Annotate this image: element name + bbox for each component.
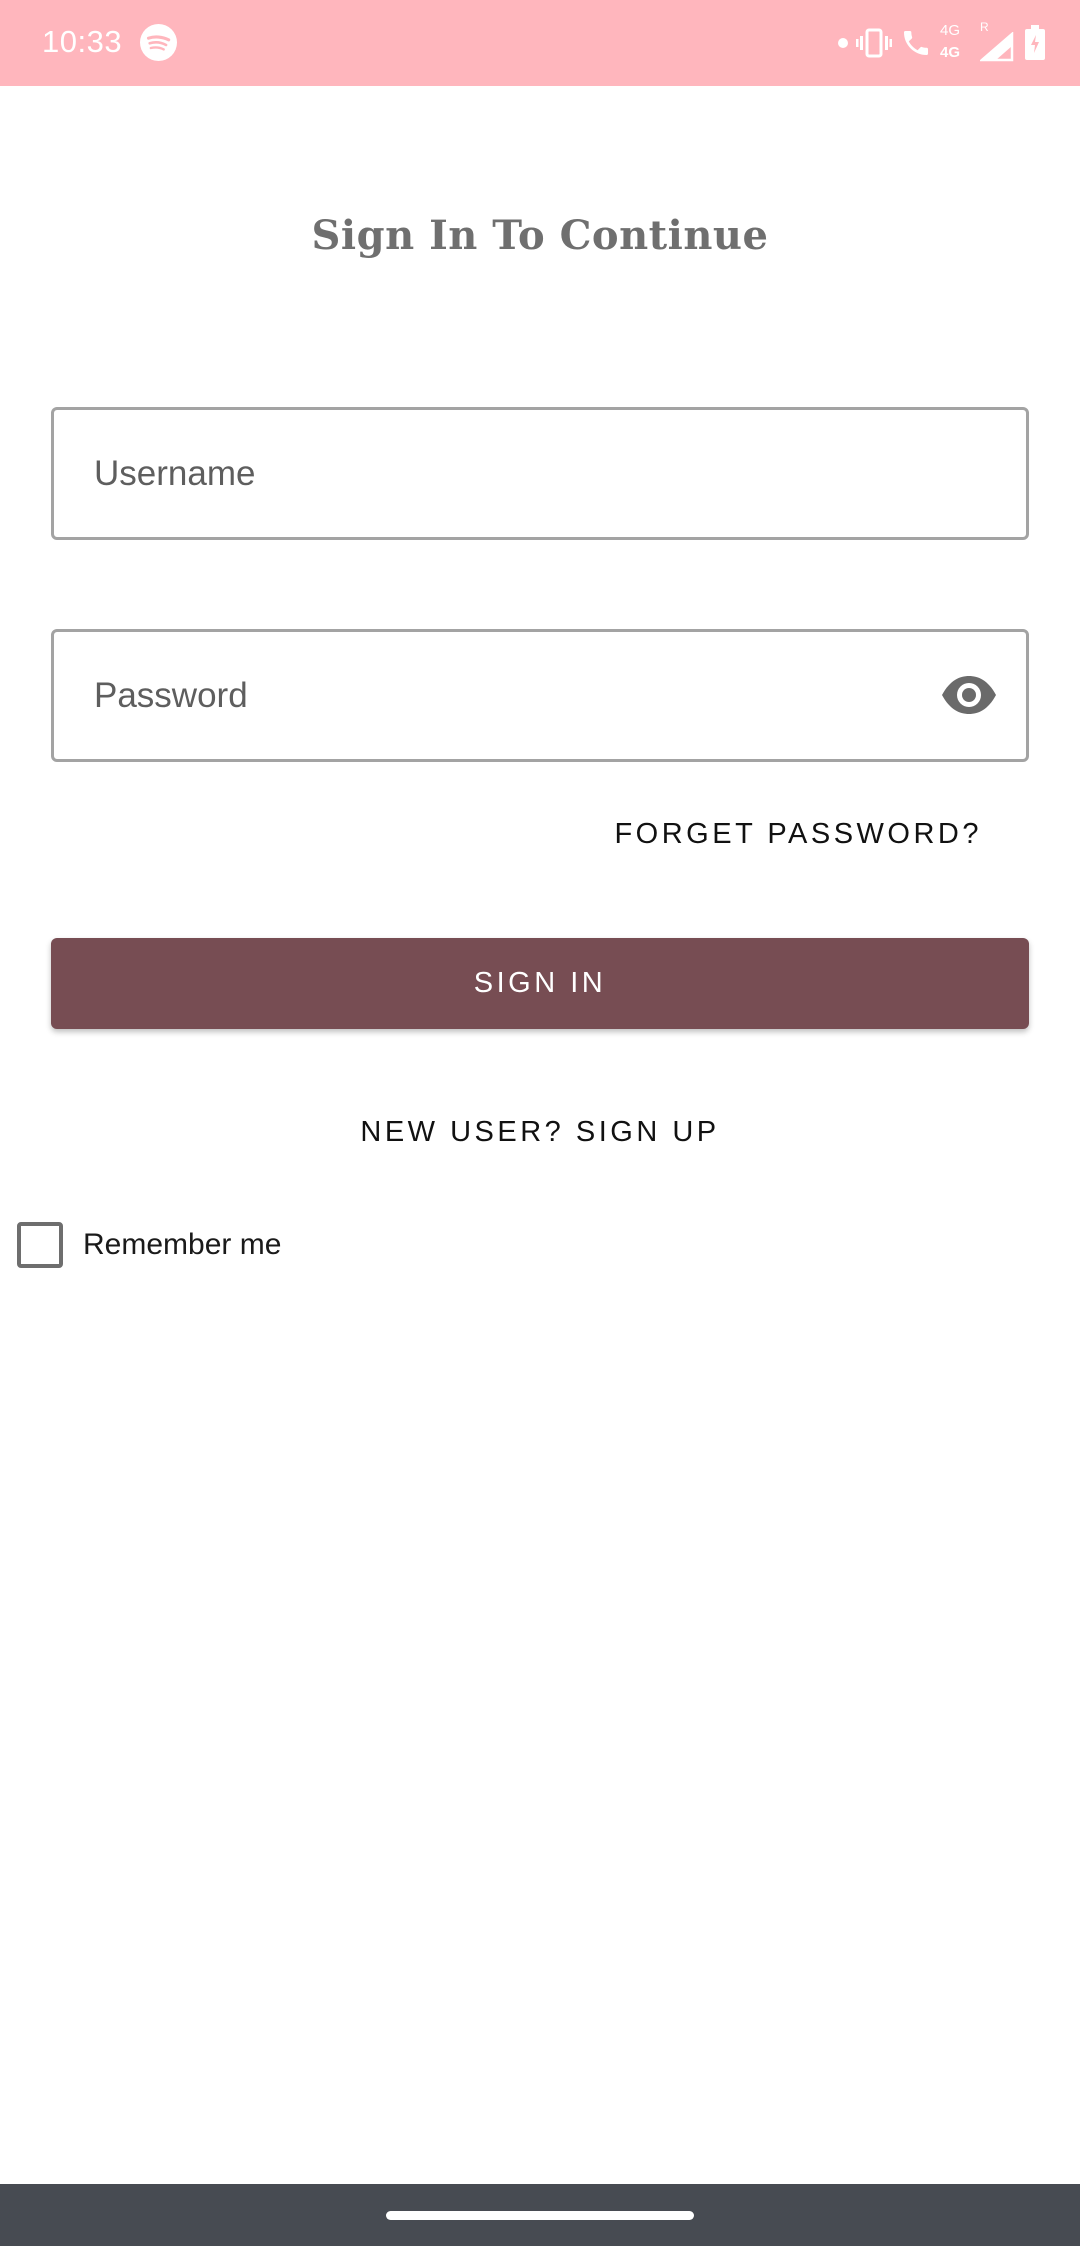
username-field[interactable]: Username [51,407,1029,540]
forget-password-link[interactable]: FORGET PASSWORD? [614,818,982,851]
remember-me-checkbox[interactable] [17,1222,63,1268]
network-label-top: 4G [940,22,961,39]
navigation-bar [0,2184,1080,2246]
signal-group: R [978,20,1016,66]
eye-icon[interactable] [940,674,998,716]
volte-call-icon [904,31,928,55]
username-placeholder: Username [94,454,256,493]
status-bar: 10:33 4G 4G R [0,0,1080,86]
sign-up-link[interactable]: NEW USER? SIGN UP [0,1116,1080,1149]
network-type-stack: 4G 4G [940,20,970,66]
vibrate-icon [856,28,892,58]
remember-me-label[interactable]: Remember me [83,1228,281,1262]
login-screen: 10:33 4G 4G R Sign In To Continue Userna… [0,0,1080,2246]
spotify-icon [140,24,177,61]
home-gesture-handle[interactable] [386,2211,694,2220]
sign-in-button[interactable]: SIGN IN [51,938,1029,1029]
notification-dot-icon [838,38,848,48]
password-field[interactable]: Password [51,629,1029,762]
remember-me-row[interactable]: Remember me [17,1221,281,1269]
page-title: Sign In To Continue [311,212,769,259]
password-placeholder: Password [94,676,248,715]
signal-4g-icon [980,32,1014,62]
status-icons: 4G 4G R [838,20,1046,66]
network-label-bottom: 4G [940,44,961,61]
battery-charging-icon [1025,25,1045,60]
status-time: 10:33 [42,24,123,59]
